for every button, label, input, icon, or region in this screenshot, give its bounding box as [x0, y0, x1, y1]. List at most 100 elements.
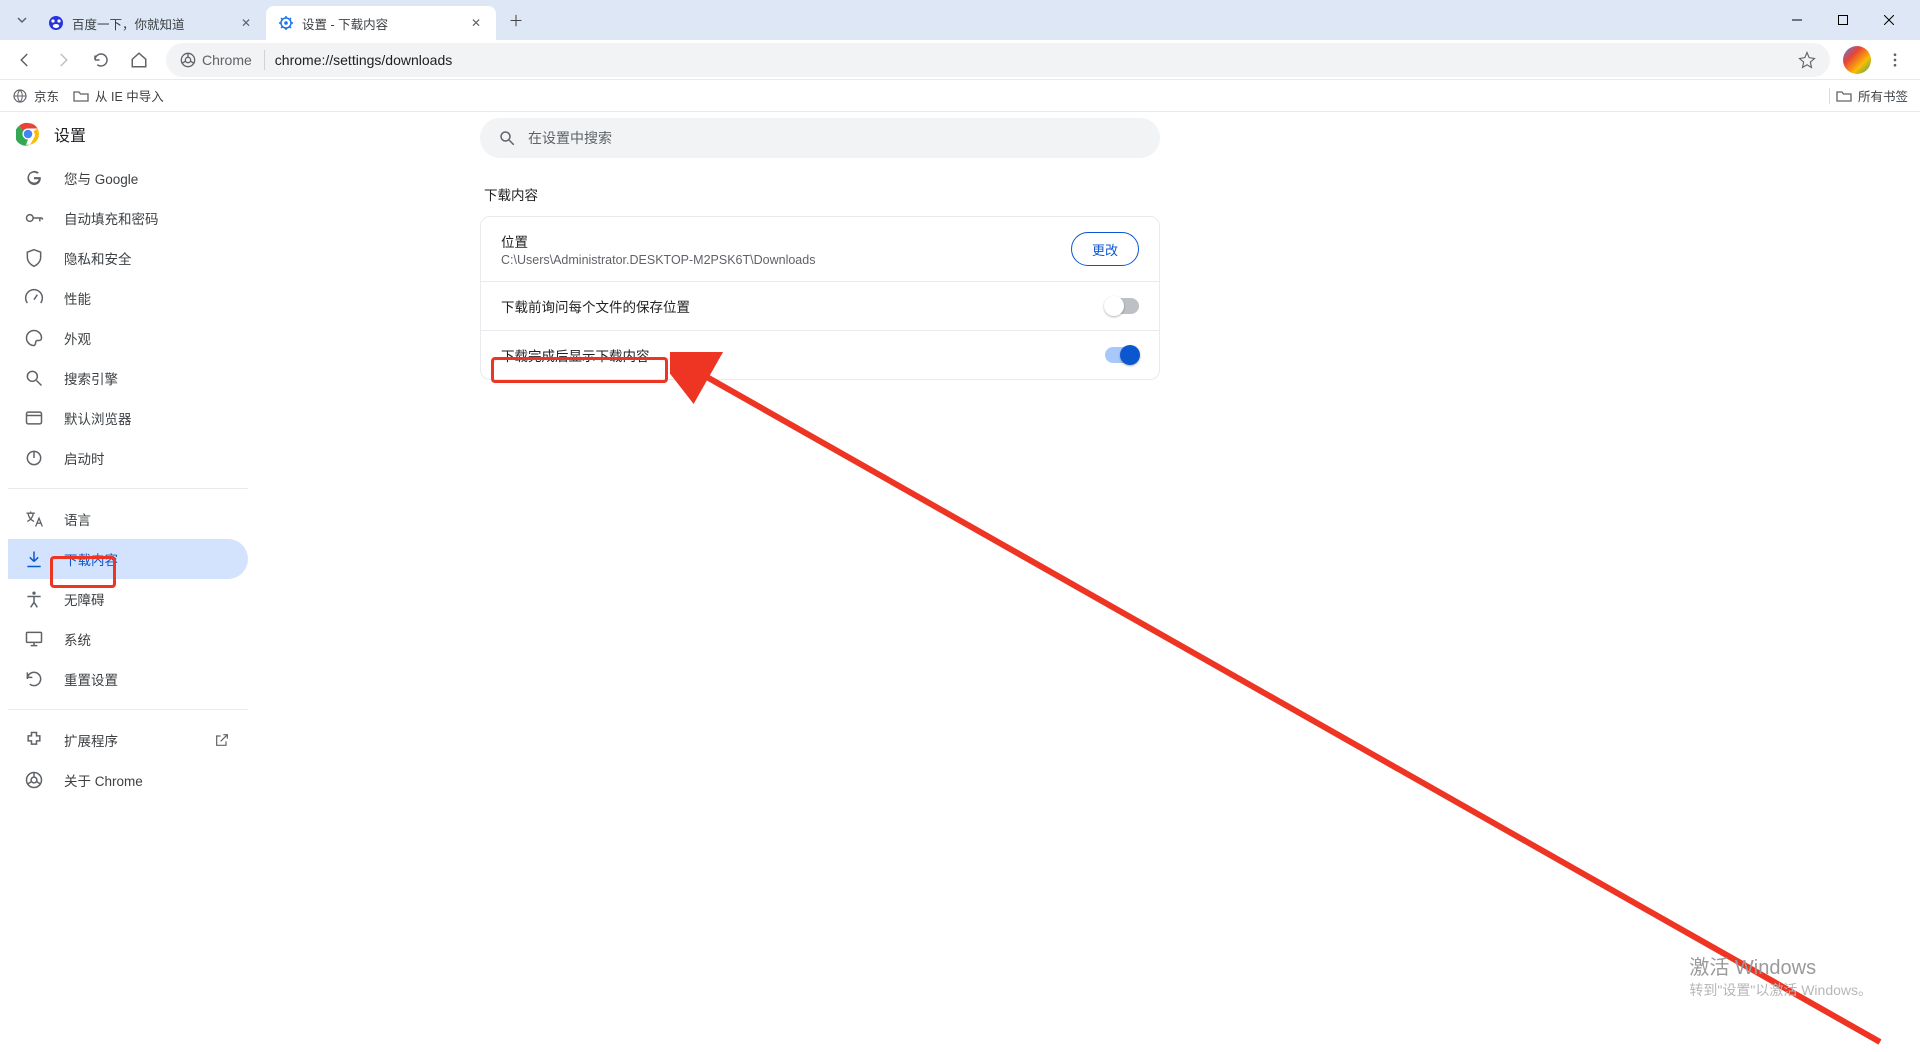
sidebar-item-extensions[interactable]: 扩展程序	[8, 720, 248, 760]
omnibox[interactable]: Chrome chrome://settings/downloads	[166, 43, 1830, 77]
settings-page: 设置 您与 Google 自动填充和密码 隐私和安全 性能 外观 搜索引擎 默认…	[0, 112, 1920, 1040]
chrome-logo-icon	[16, 122, 40, 146]
tab-label: 设置 - 下载内容	[302, 14, 460, 33]
show-after-download-label: 下载完成后显示下载内容	[501, 345, 650, 365]
settings-header: 设置	[16, 122, 86, 146]
bookmarks-separator	[1829, 88, 1830, 104]
row-ask-before-download[interactable]: 下载前询问每个文件的保存位置	[481, 281, 1159, 330]
change-location-button[interactable]: 更改	[1071, 232, 1139, 266]
sidebar-item-about-chrome[interactable]: 关于 Chrome	[8, 760, 248, 800]
all-bookmarks-label: 所有书签	[1858, 86, 1908, 105]
watermark-line1: 激活 Windows	[1689, 951, 1872, 980]
settings-favicon-icon	[278, 15, 294, 31]
paint-icon	[24, 328, 44, 348]
new-tab-button[interactable]: ＋	[502, 6, 530, 34]
sidebar-label: 关于 Chrome	[64, 770, 143, 790]
settings-main: 在设置中搜索 下载内容 位置 C:\Users\Administrator.DE…	[480, 112, 1160, 380]
annotation-arrow	[670, 352, 1890, 1052]
key-icon	[24, 208, 44, 228]
home-button[interactable]	[122, 43, 156, 77]
sidebar-label: 搜索引擎	[64, 368, 118, 388]
tab-close-icon[interactable]: ✕	[238, 15, 254, 31]
all-bookmarks[interactable]: 所有书签	[1836, 86, 1908, 105]
sidebar-label: 扩展程序	[64, 730, 118, 750]
avatar-icon	[1843, 46, 1871, 74]
maximize-button[interactable]	[1820, 0, 1866, 40]
sidebar-item-downloads[interactable]: 下载内容	[8, 539, 248, 579]
sidebar-label: 默认浏览器	[64, 408, 132, 428]
sidebar-item-appearance[interactable]: 外观	[8, 318, 248, 358]
back-button[interactable]	[8, 43, 42, 77]
tab-list-dropdown[interactable]	[8, 6, 36, 34]
row-show-after-download[interactable]: 下载完成后显示下载内容	[481, 330, 1159, 379]
sidebar-item-accessibility[interactable]: 无障碍	[8, 579, 248, 619]
chrome-outline-icon	[24, 770, 44, 790]
forward-button[interactable]	[46, 43, 80, 77]
tab-close-icon[interactable]: ✕	[468, 15, 484, 31]
sidebar-label: 语言	[64, 509, 91, 529]
show-after-download-toggle[interactable]	[1105, 347, 1139, 363]
folder-icon	[73, 88, 89, 104]
sidebar-item-search-engine[interactable]: 搜索引擎	[8, 358, 248, 398]
bookmark-folder-ie-import[interactable]: 从 IE 中导入	[73, 86, 164, 105]
section-title-downloads: 下载内容	[484, 184, 1160, 204]
bookmark-label: 京东	[34, 86, 59, 105]
sidebar-label: 启动时	[64, 448, 105, 468]
titlebar: 百度一下，你就知道 ✕ 设置 - 下载内容 ✕ ＋	[0, 0, 1920, 40]
sidebar-item-on-startup[interactable]: 启动时	[8, 438, 248, 478]
toolbar: Chrome chrome://settings/downloads	[0, 40, 1920, 80]
ask-before-download-toggle[interactable]	[1105, 298, 1139, 314]
sidebar-item-you-and-google[interactable]: 您与 Google	[8, 158, 248, 198]
power-icon	[24, 448, 44, 468]
translate-icon	[24, 509, 44, 529]
minimize-button[interactable]	[1774, 0, 1820, 40]
url-text: chrome://settings/downloads	[275, 52, 452, 68]
downloads-card: 位置 C:\Users\Administrator.DESKTOP-M2PSK6…	[480, 216, 1160, 380]
sidebar-item-autofill[interactable]: 自动填充和密码	[8, 198, 248, 238]
settings-search[interactable]: 在设置中搜索	[480, 118, 1160, 158]
tab-settings-downloads[interactable]: 设置 - 下载内容 ✕	[266, 6, 496, 40]
sidebar-label: 隐私和安全	[64, 248, 132, 268]
sidebar-divider	[8, 709, 248, 710]
settings-title: 设置	[54, 122, 86, 146]
bookmark-star-icon[interactable]	[1798, 51, 1816, 69]
ask-before-download-label: 下载前询问每个文件的保存位置	[501, 296, 690, 316]
sidebar-item-reset[interactable]: 重置设置	[8, 659, 248, 699]
sidebar-item-system[interactable]: 系统	[8, 619, 248, 659]
chrome-menu-button[interactable]	[1878, 43, 1912, 77]
chrome-icon	[180, 52, 196, 68]
sidebar-item-languages[interactable]: 语言	[8, 499, 248, 539]
sidebar-item-default-browser[interactable]: 默认浏览器	[8, 398, 248, 438]
sidebar-item-performance[interactable]: 性能	[8, 278, 248, 318]
bookmark-label: 从 IE 中导入	[95, 86, 164, 105]
reload-button[interactable]	[84, 43, 118, 77]
google-icon	[24, 168, 44, 188]
bookmarks-bar: 京东 从 IE 中导入 所有书签	[0, 80, 1920, 112]
chrome-chip: Chrome	[180, 50, 265, 70]
system-icon	[24, 629, 44, 649]
location-path: C:\Users\Administrator.DESKTOP-M2PSK6T\D…	[501, 253, 815, 267]
sidebar-label: 系统	[64, 629, 91, 649]
profile-avatar[interactable]	[1840, 43, 1874, 77]
speedometer-icon	[24, 288, 44, 308]
sidebar-label: 重置设置	[64, 669, 118, 689]
sidebar-label: 自动填充和密码	[64, 208, 159, 228]
shield-icon	[24, 248, 44, 268]
tab-baidu[interactable]: 百度一下，你就知道 ✕	[36, 6, 266, 40]
windows-activation-watermark: 激活 Windows 转到"设置"以激活 Windows。	[1689, 951, 1872, 1000]
sidebar-item-privacy-security[interactable]: 隐私和安全	[8, 238, 248, 278]
accessibility-icon	[24, 589, 44, 609]
external-link-icon	[212, 730, 232, 750]
search-icon	[498, 129, 516, 147]
bookmark-jd[interactable]: 京东	[12, 86, 59, 105]
sidebar-label: 下载内容	[64, 549, 118, 569]
settings-sidebar: 您与 Google 自动填充和密码 隐私和安全 性能 外观 搜索引擎 默认浏览器…	[8, 158, 248, 800]
tab-label: 百度一下，你就知道	[72, 14, 230, 33]
watermark-line2: 转到"设置"以激活 Windows。	[1689, 980, 1872, 1000]
row-location: 位置 C:\Users\Administrator.DESKTOP-M2PSK6…	[481, 217, 1159, 281]
extension-icon	[24, 730, 44, 750]
search-icon	[24, 368, 44, 388]
sidebar-label: 您与 Google	[64, 168, 138, 188]
close-window-button[interactable]	[1866, 0, 1912, 40]
download-icon	[24, 549, 44, 569]
